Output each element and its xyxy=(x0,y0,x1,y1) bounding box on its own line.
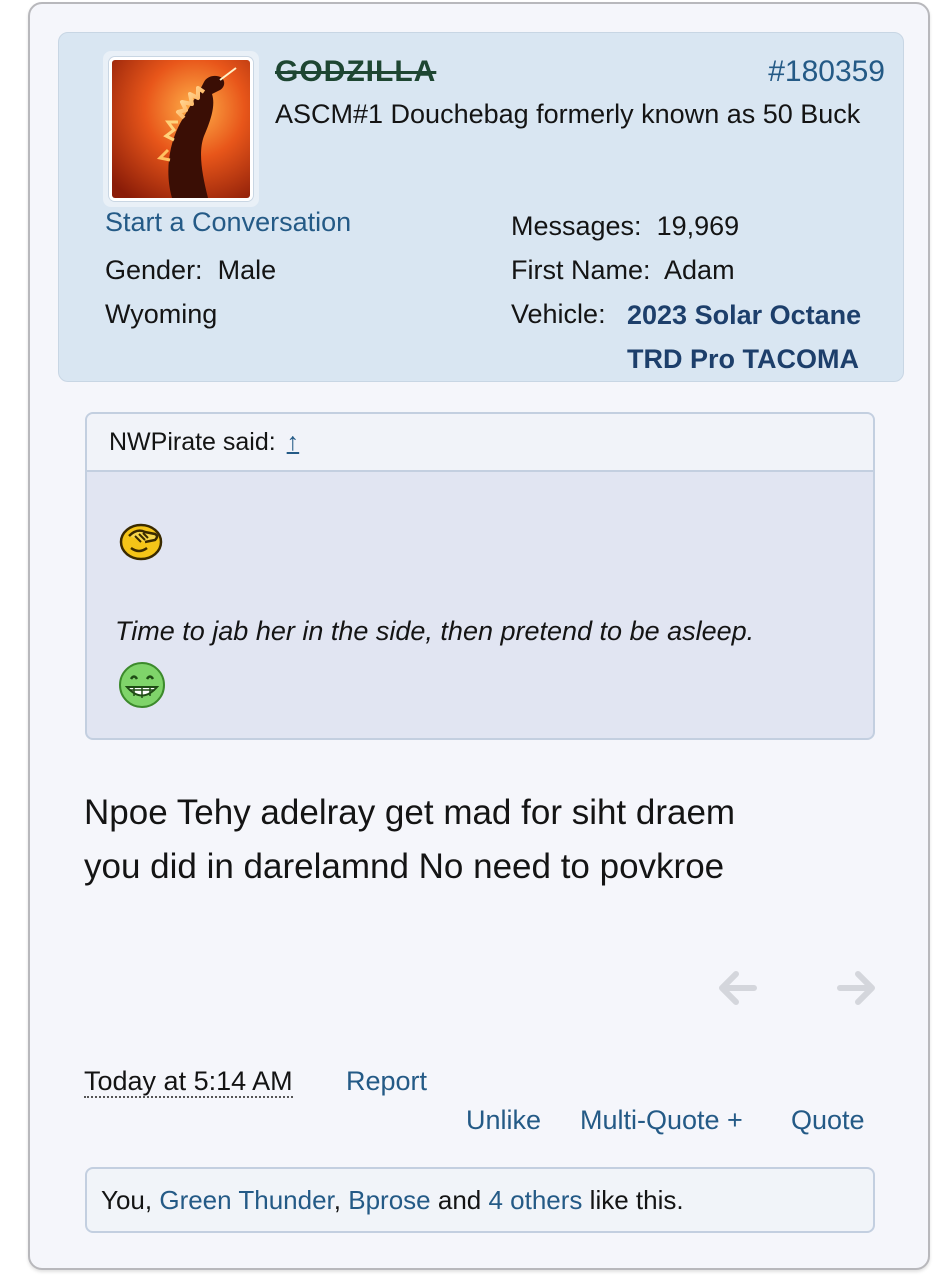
post-message: Npoe Tehy adelray get mad for siht draem… xyxy=(84,786,844,894)
user-info-box: GODZILLA #180359 ASCM#1 Douchebag former… xyxy=(58,32,904,382)
vehicle-label: Vehicle: xyxy=(511,299,606,329)
first-name-label: First Name: xyxy=(511,255,651,285)
godzilla-avatar-image xyxy=(112,60,250,198)
quote-text: Time to jab her in the side, then preten… xyxy=(115,616,755,646)
post-number-link[interactable]: #180359 xyxy=(768,55,885,89)
quote-link[interactable]: Quote xyxy=(791,1104,865,1136)
unlike-link[interactable]: Unlike xyxy=(466,1104,541,1136)
avatar[interactable] xyxy=(109,57,253,201)
quote-block: NWPirate said: ↑ Time to jab her in the … xyxy=(85,412,875,740)
likes-you: You, xyxy=(101,1185,153,1215)
quote-header: NWPirate said: ↑ xyxy=(87,414,873,472)
liker-link[interactable]: Bprose xyxy=(348,1185,430,1215)
quote-jump-icon[interactable]: ↑ xyxy=(287,428,300,456)
start-conversation-link[interactable]: Start a Conversation xyxy=(105,207,351,238)
avatar-frame xyxy=(103,51,259,207)
grin-smiley-icon xyxy=(119,662,165,708)
multi-quote-link[interactable]: Multi-Quote + xyxy=(580,1104,743,1136)
username-link[interactable]: GODZILLA xyxy=(275,55,436,89)
report-link[interactable]: Report xyxy=(346,1066,427,1096)
messages-value: 19,969 xyxy=(656,211,740,241)
user-title: ASCM#1 Douchebag formerly known as 50 Bu… xyxy=(275,99,861,129)
post-message-line: you did in darelamnd No need to povkroe xyxy=(84,847,725,886)
likes-others-link[interactable]: 4 others xyxy=(488,1185,582,1215)
first-name-row: First Name: Adam xyxy=(511,255,735,286)
likes-bar: You, Green Thunder, Bprose and 4 others … xyxy=(85,1167,875,1233)
quote-author: NWPirate said: xyxy=(109,428,276,456)
messages-row: Messages: 19,969 xyxy=(511,211,739,242)
post-card: GODZILLA #180359 ASCM#1 Douchebag former… xyxy=(28,2,930,1270)
likes-and: and xyxy=(437,1185,482,1215)
liker-link[interactable]: Green Thunder xyxy=(159,1185,333,1215)
gender-row: Gender: Male xyxy=(105,255,276,286)
vehicle-value-line1: 2023 Solar Octane xyxy=(627,300,862,330)
gender-value: Male xyxy=(217,255,277,285)
post-timestamp[interactable]: Today at 5:14 AM xyxy=(84,1066,293,1098)
location: Wyoming xyxy=(105,299,218,329)
arrow-left-icon[interactable] xyxy=(714,966,758,1010)
vehicle-value-line2: TRD Pro TACOMA xyxy=(627,344,859,374)
likes-suffix: like this. xyxy=(589,1185,684,1215)
gender-label: Gender: xyxy=(105,255,203,285)
post-message-line: Npoe Tehy adelray get mad for siht draem xyxy=(84,793,736,832)
messages-label: Messages: xyxy=(511,211,642,241)
arrow-right-icon[interactable] xyxy=(836,966,880,1010)
facepalm-smiley-icon xyxy=(119,523,163,561)
likes-separator: , xyxy=(333,1185,341,1215)
first-name-value: Adam xyxy=(664,255,735,285)
